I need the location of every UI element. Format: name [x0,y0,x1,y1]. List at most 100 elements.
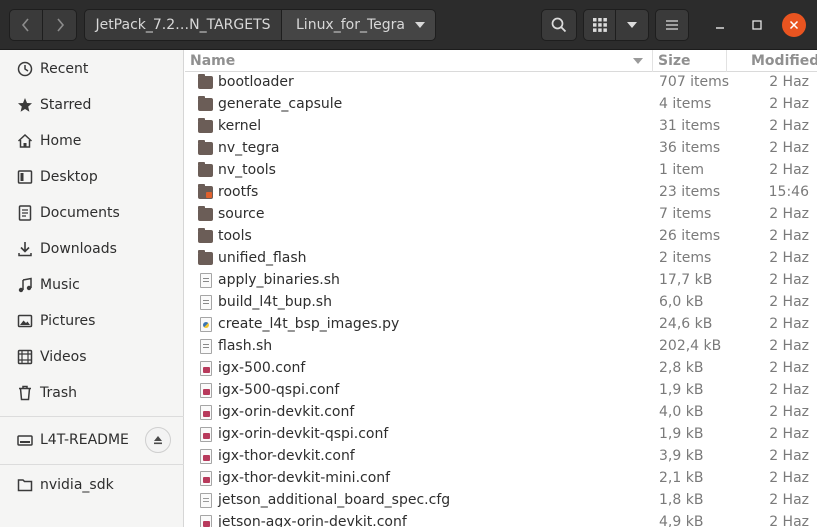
config-file-icon [198,449,213,464]
file-modified: 2 Haz [769,228,809,244]
sidebar-item-label: Music [40,277,80,293]
folder-icon [16,476,34,494]
column-size-header[interactable]: Size [658,50,691,72]
file-row[interactable]: rootfs 23 items 15:46 [185,182,817,204]
sidebar-item-music[interactable]: Music [0,267,184,303]
sidebar-item-label: Home [40,133,82,149]
file-icon-shape [198,250,213,265]
breadcrumb-item-current[interactable]: Linux_for_Tegra [282,9,436,41]
chevron-left-icon [21,18,29,32]
sidebar-item-l4t-readme[interactable]: L4T-README [0,422,184,458]
file-row[interactable]: igx-orin-devkit.conf 4,0 kB 2 Haz [185,402,817,424]
breadcrumb: JetPack_7.2…N_TARGETS Linux_for_Tegra [84,9,436,41]
file-name: igx-500.conf [218,360,306,376]
maximize-button[interactable] [745,13,769,37]
back-button[interactable] [9,9,43,41]
file-icon-shape [200,515,212,527]
sidebar-item-nvidia-sdk[interactable]: nvidia_sdk [0,467,184,503]
trash-icon [16,384,34,402]
file-size: 1 item [659,162,704,178]
file-name: flash.sh [218,338,273,354]
file-icon-shape [198,96,213,111]
file-icon-shape [200,383,212,398]
column-divider [726,50,727,72]
file-icon-shape [198,162,213,177]
sort-descending-icon [633,58,643,64]
file-row[interactable]: source 7 items 2 Haz [185,204,817,226]
eject-button[interactable] [145,427,171,453]
file-row[interactable]: jetson_additional_board_spec.cfg 1,8 kB 2 … [185,490,817,512]
file-row[interactable]: igx-orin-devkit-qspi.conf 1,9 kB 2 Haz [185,424,817,446]
file-size: 2,1 kB [659,470,704,486]
sidebar-item-home[interactable]: Home [0,123,184,159]
file-size: 17,7 kB [659,272,713,288]
close-button[interactable] [782,13,806,37]
folder-icon [198,74,213,90]
file-row[interactable]: apply_binaries.sh 17,7 kB 2 Haz [185,270,817,292]
file-modified: 2 Haz [769,206,809,222]
file-row[interactable]: nv_tegra 36 items 2 Haz [185,138,817,160]
file-row[interactable]: flash.sh 202,4 kB 2 Haz [185,336,817,358]
sidebar-item-label: Documents [40,205,120,221]
file-name: generate_capsule [218,96,343,112]
file-row[interactable]: generate_capsule 4 items 2 Haz [185,94,817,116]
column-name-header[interactable]: Name [190,50,235,72]
script-file-icon [198,273,213,288]
sidebar-item-pictures[interactable]: Pictures [0,303,184,339]
sidebar-item-trash[interactable]: Trash [0,375,184,411]
file-icon-shape [200,317,212,332]
file-icon-shape [198,206,213,221]
sidebar-item-label: Pictures [40,313,96,329]
column-modified-header[interactable]: Modified [751,50,817,72]
file-modified: 2 Haz [769,294,809,310]
music-icon [16,276,34,294]
minimize-icon [716,27,724,29]
file-name: jetson-agx-orin-devkit.conf [218,514,407,527]
sidebar-item-starred[interactable]: Starred [0,87,184,123]
file-row[interactable]: kernel 31 items 2 Haz [185,116,817,138]
sidebar-item-downloads[interactable]: Downloads [0,231,184,267]
search-button[interactable] [541,9,577,41]
file-size: 202,4 kB [659,338,722,354]
file-modified: 2 Haz [769,470,809,486]
sidebar-item-documents[interactable]: Documents [0,195,184,231]
python-file-icon [198,317,213,332]
file-row[interactable]: tools 26 items 2 Haz [185,226,817,248]
config-file-icon [198,471,213,486]
file-list[interactable]: Name Size Modified bootloader 707 items 2 … [185,50,817,527]
history-nav [9,9,77,41]
file-size: 24,6 kB [659,316,713,332]
sidebar-item-videos[interactable]: Videos [0,339,184,375]
file-row[interactable]: build_l4t_bup.sh 6,0 kB 2 Haz [185,292,817,314]
file-size: 31 items [659,118,721,134]
file-row[interactable]: nv_tools 1 item 2 Haz [185,160,817,182]
menu-button[interactable] [655,9,689,41]
file-name: nv_tegra [218,140,280,156]
file-row[interactable]: igx-500-qspi.conf 1,9 kB 2 Haz [185,380,817,402]
sidebar-item-recent[interactable]: Recent [0,51,184,87]
view-grid-button[interactable] [583,9,616,41]
file-row[interactable]: create_l4t_bsp_images.py 24,6 kB 2 Haz [185,314,817,336]
sidebar-item-desktop[interactable]: Desktop [0,159,184,195]
file-row[interactable]: igx-500.conf 2,8 kB 2 Haz [185,358,817,380]
text-file-icon [198,493,213,508]
file-row[interactable]: igx-thor-devkit-mini.conf 2,1 kB 2 Haz [185,468,817,490]
file-size: 707 items [659,74,730,90]
file-row[interactable]: jetson-agx-orin-devkit.conf 4,9 kB 2 Haz [185,512,817,527]
folder-icon [198,140,213,156]
file-row[interactable]: igx-thor-devkit.conf 3,9 kB 2 Haz [185,446,817,468]
sidebar-item-label: Videos [40,349,87,365]
sidebar: Recent Starred Home Desktop Documents Do… [0,50,184,527]
file-size: 4,9 kB [659,514,704,527]
breadcrumb-item-parent[interactable]: JetPack_7.2…N_TARGETS [84,9,282,41]
file-icon-shape [200,405,212,420]
file-name: igx-thor-devkit.conf [218,448,355,464]
file-name: bootloader [218,74,294,90]
pictures-icon [16,312,34,330]
forward-button[interactable] [43,9,77,41]
file-row[interactable]: unified_flash 2 items 2 Haz [185,248,817,270]
locked-folder-icon [198,184,213,200]
view-options-button[interactable] [615,9,649,41]
minimize-button[interactable] [708,13,732,37]
file-row[interactable]: bootloader 707 items 2 Haz [185,72,817,94]
